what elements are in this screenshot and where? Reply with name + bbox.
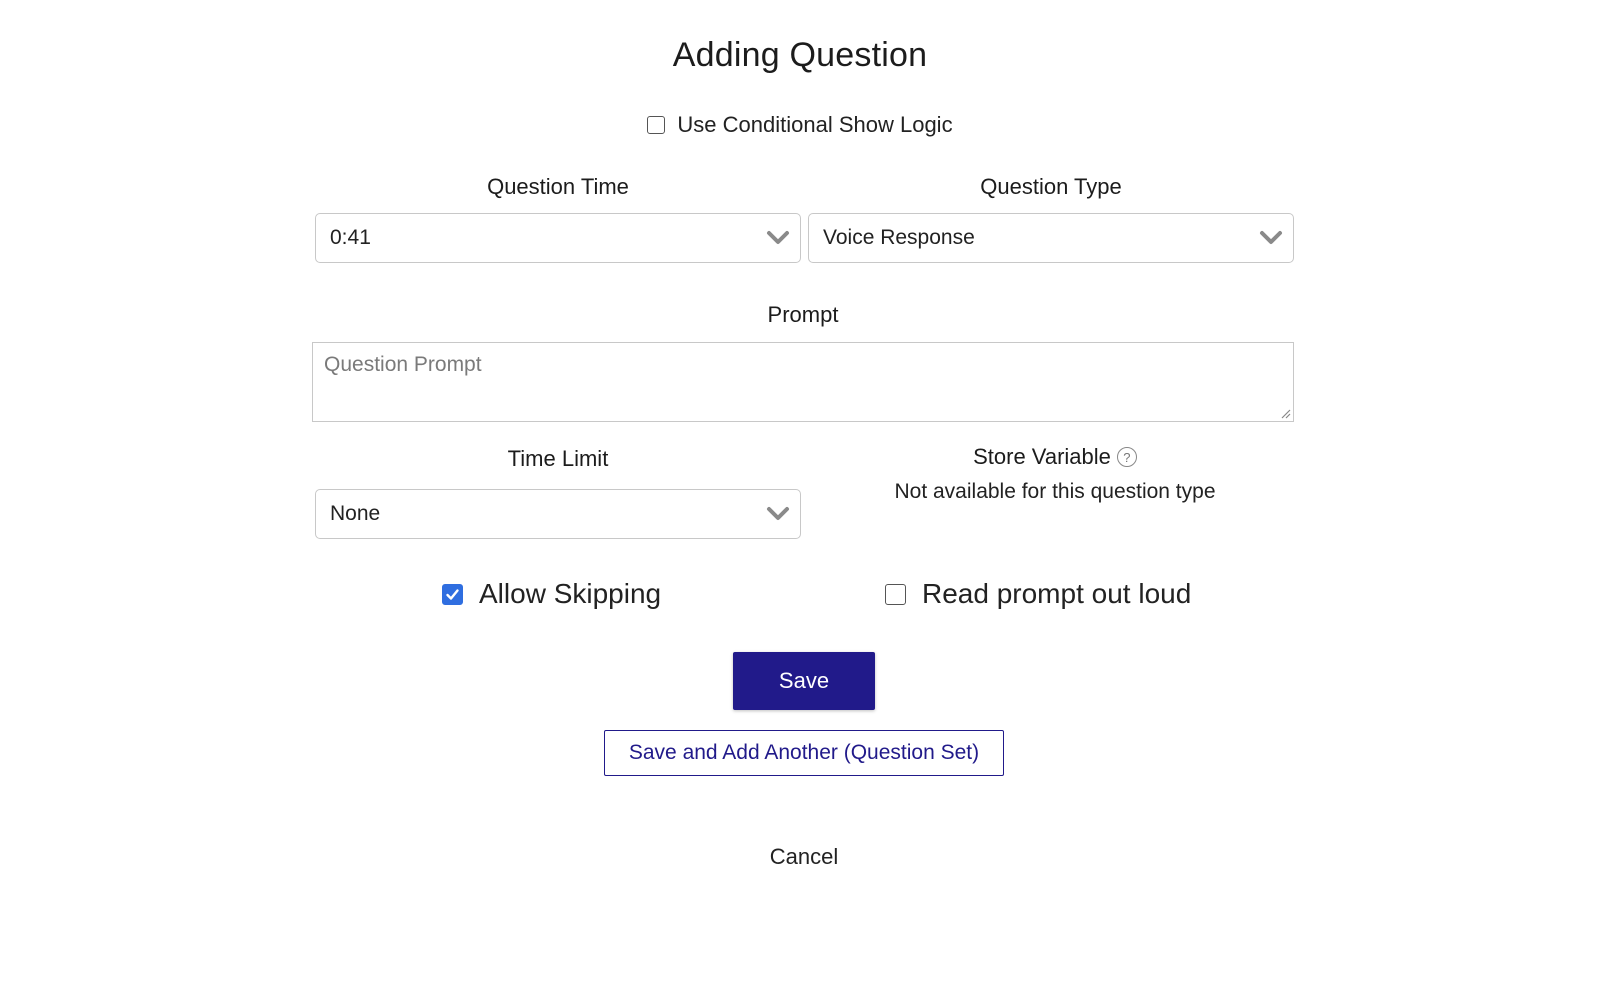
prompt-label: Prompt (767, 302, 839, 327)
allow-skipping-row: Allow Skipping (442, 578, 661, 610)
question-time-value: 0:41 (330, 226, 371, 249)
save-button[interactable]: Save (733, 652, 875, 710)
prompt-placeholder: Question Prompt (324, 353, 482, 376)
store-variable-label: Store Variable (973, 444, 1111, 469)
resize-grip-icon[interactable] (1279, 407, 1291, 419)
time-limit-label: Time Limit (507, 446, 609, 471)
prompt-textarea[interactable]: Question Prompt (312, 342, 1294, 422)
store-variable-section: Store Variable ? Not available for this … (820, 444, 1290, 504)
question-type-select[interactable]: Voice Response (808, 213, 1294, 263)
save-and-add-another-button[interactable]: Save and Add Another (Question Set) (604, 730, 1004, 776)
question-type-value: Voice Response (823, 226, 975, 249)
allow-skipping-label: Allow Skipping (479, 578, 662, 609)
read-aloud-checkbox[interactable] (885, 583, 906, 605)
time-limit-select[interactable]: None (315, 489, 801, 539)
chevron-down-icon (767, 231, 789, 244)
read-aloud-row: Read prompt out loud (885, 578, 1191, 610)
checkmark-icon (446, 588, 459, 600)
question-time-select[interactable]: 0:41 (315, 213, 801, 263)
store-variable-note: Not available for this question type (894, 480, 1216, 503)
conditional-logic-checkbox[interactable] (647, 116, 666, 134)
question-time-label: Question Time (487, 174, 629, 199)
conditional-logic-label: Use Conditional Show Logic (677, 112, 953, 137)
chevron-down-icon (1260, 231, 1282, 244)
read-aloud-label: Read prompt out loud (922, 578, 1192, 609)
question-circle-icon[interactable]: ? (1116, 447, 1137, 467)
cancel-link[interactable]: Cancel (0, 844, 1600, 870)
time-limit-value: None (330, 502, 381, 525)
allow-skipping-checkbox[interactable] (442, 583, 463, 605)
add-question-dialog: Adding Question Use Conditional Show Log… (0, 0, 1600, 994)
question-type-label: Question Type (980, 174, 1122, 199)
conditional-logic-row: Use Conditional Show Logic (0, 112, 1600, 138)
dialog-title: Adding Question (672, 36, 928, 74)
chevron-down-icon (767, 507, 789, 520)
